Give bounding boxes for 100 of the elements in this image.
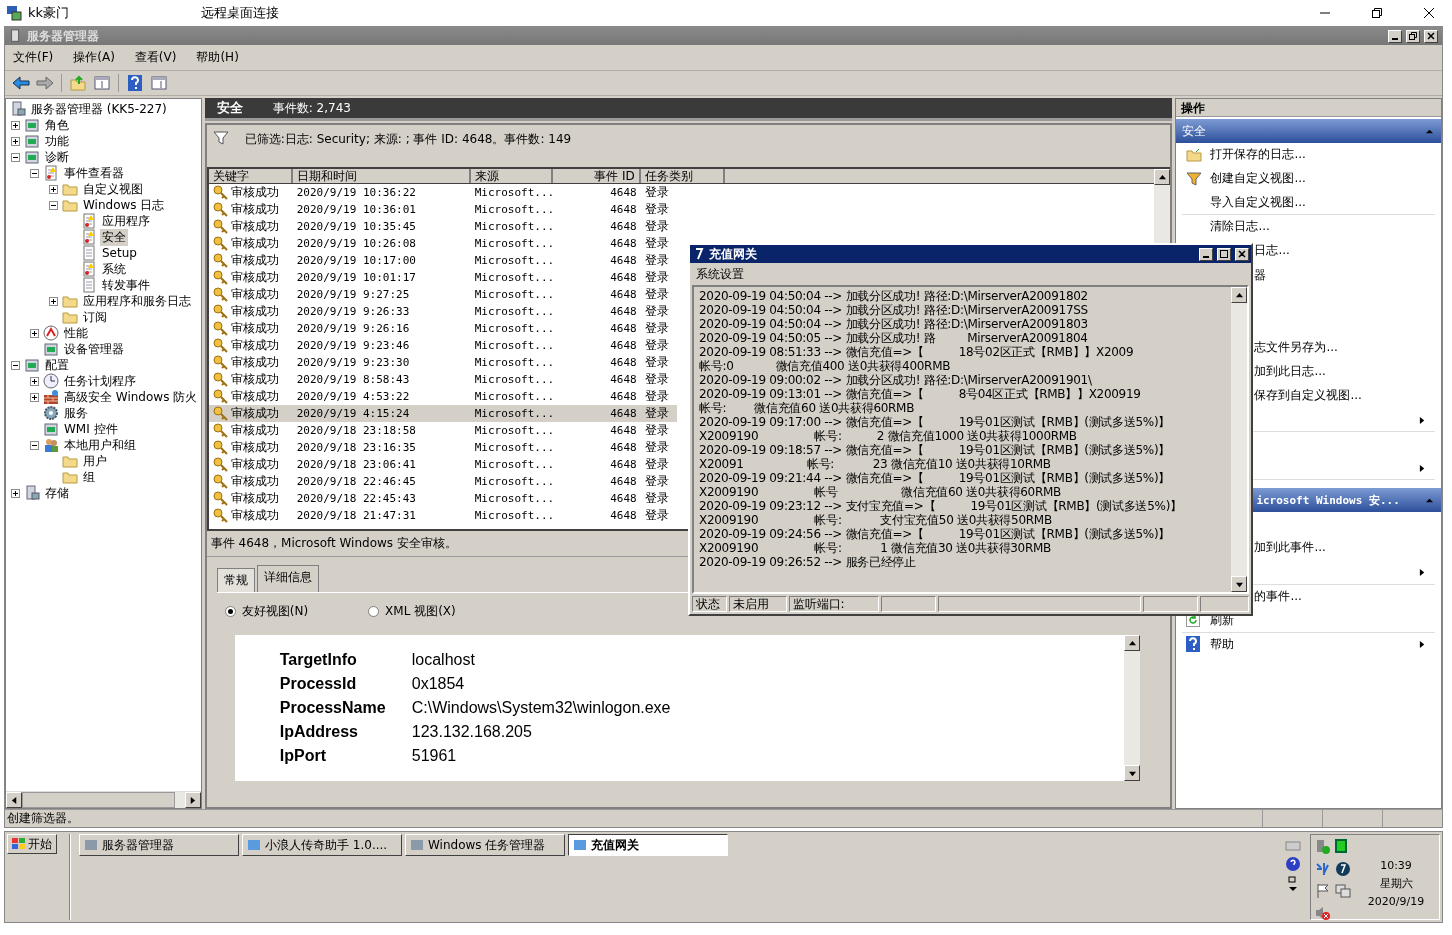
taskbar-button[interactable]: 服务器管理器 bbox=[79, 834, 239, 856]
event-row[interactable]: 审核成功 2020/9/19 4:15:24 Microsoft... 4648 登录 bbox=[208, 405, 677, 422]
collapse-toggle[interactable] bbox=[11, 152, 20, 162]
tree-item[interactable]: 功能 bbox=[43, 132, 71, 150]
tree-item[interactable]: 服务器管理器 (KK5-227) bbox=[29, 100, 169, 118]
expand-toggle[interactable] bbox=[11, 136, 20, 146]
maximize-button[interactable] bbox=[1217, 247, 1231, 261]
monitor-icon[interactable] bbox=[1335, 883, 1351, 899]
tree-item[interactable]: 事件查看器 bbox=[62, 164, 126, 182]
taskbar-button[interactable]: 小浪人传奇助手 1.0.... bbox=[242, 834, 402, 856]
tree-item[interactable]: 用户 bbox=[81, 452, 109, 470]
table-cell: 登录 bbox=[644, 473, 669, 490]
back-button[interactable] bbox=[11, 73, 31, 93]
muted-speaker-icon[interactable] bbox=[1315, 905, 1331, 921]
menu-item[interactable]: 查看(V) bbox=[134, 49, 177, 66]
expand-toggle[interactable] bbox=[30, 392, 39, 402]
table-cell: 4648 bbox=[610, 424, 637, 437]
table-cell: 2020/9/19 9:23:46 bbox=[296, 339, 410, 352]
up-arrow-icon bbox=[1128, 639, 1136, 647]
action-item[interactable]: 打开保存的日志... bbox=[1182, 143, 1435, 168]
radio-button[interactable] bbox=[224, 605, 236, 617]
tree-item[interactable]: 本地用户和组 bbox=[62, 436, 138, 454]
close-button[interactable] bbox=[1424, 29, 1438, 43]
tree-item[interactable]: 角色 bbox=[43, 116, 71, 134]
expand-toggle[interactable] bbox=[11, 488, 20, 498]
tree-item[interactable]: 自定义视图 bbox=[81, 180, 145, 198]
key-icon bbox=[212, 474, 228, 489]
meter-icon[interactable] bbox=[1335, 839, 1347, 853]
table-cell: 2020/9/18 22:45:43 bbox=[296, 492, 416, 505]
table-cell: Microsoft... bbox=[474, 407, 553, 420]
app-icon[interactable] bbox=[1335, 861, 1351, 877]
restore-icon[interactable] bbox=[1288, 876, 1298, 892]
vertical-scrollbar[interactable] bbox=[1231, 287, 1247, 592]
field-value: 51961 bbox=[411, 747, 458, 766]
tree-item[interactable]: 订阅 bbox=[81, 308, 109, 326]
expand-toggle[interactable] bbox=[49, 296, 58, 306]
clock-icon bbox=[43, 373, 59, 389]
taskbar-button[interactable]: Windows 任务管理器 bbox=[405, 834, 565, 856]
action-item[interactable]: 创建自定义视图... bbox=[1182, 167, 1435, 192]
tree-item[interactable]: 系统 bbox=[100, 260, 128, 278]
collapse-toggle[interactable] bbox=[49, 200, 58, 210]
help-icon[interactable] bbox=[1285, 856, 1301, 872]
tab[interactable]: 详细信息 bbox=[256, 565, 319, 592]
minimize-button[interactable] bbox=[1388, 29, 1402, 43]
action-item[interactable]: 导入自定义视图... bbox=[1182, 191, 1435, 216]
expand-toggle[interactable] bbox=[11, 120, 20, 130]
tree-item[interactable]: 应用程序和服务日志 bbox=[81, 292, 193, 310]
menu-item[interactable]: 系统设置 bbox=[696, 265, 744, 283]
brick-wall-icon bbox=[43, 389, 59, 405]
show-hide-action-pane-button[interactable] bbox=[149, 73, 169, 93]
minimize-button[interactable] bbox=[1199, 247, 1213, 261]
tree-item[interactable]: 配置 bbox=[43, 356, 71, 374]
table-cell: 2020/9/18 23:06:41 bbox=[296, 458, 416, 471]
action-item[interactable]: 清除日志... bbox=[1182, 215, 1435, 240]
tree-item[interactable]: 组 bbox=[81, 468, 97, 486]
tree-item[interactable]: 转发事件 bbox=[100, 276, 152, 294]
tree-item[interactable]: 存储 bbox=[43, 484, 71, 502]
folder-icon bbox=[62, 469, 78, 485]
table-cell: 4648 bbox=[610, 186, 637, 199]
start-button[interactable]: 开始 bbox=[7, 834, 57, 854]
menu-item[interactable]: 帮助(H) bbox=[196, 49, 239, 66]
action-item[interactable]: 帮助 bbox=[1182, 632, 1435, 657]
table-cell: 2020/9/18 22:46:45 bbox=[296, 475, 416, 488]
menu-item[interactable]: 操作(A) bbox=[73, 49, 115, 66]
tree-item[interactable]: Setup bbox=[100, 246, 139, 260]
tab[interactable]: 常规 bbox=[216, 568, 255, 592]
tree-item[interactable]: 高级安全 Windows 防火 bbox=[62, 388, 200, 406]
tree-item[interactable]: 任务计划程序 bbox=[62, 372, 138, 390]
restore-button[interactable] bbox=[1406, 29, 1420, 43]
radio-label[interactable]: 友好视图(N) bbox=[241, 602, 309, 620]
help-button[interactable] bbox=[125, 73, 145, 93]
vertical-scrollbar[interactable] bbox=[1124, 635, 1141, 781]
tree-item[interactable]: 服务 bbox=[62, 404, 90, 422]
status-cell bbox=[881, 596, 937, 612]
taskbar-button[interactable]: 充值网关 bbox=[568, 834, 728, 856]
menu-item[interactable]: 文件(F) bbox=[13, 49, 54, 66]
tree-item[interactable]: Windows 日志 bbox=[81, 196, 167, 214]
section-header[interactable]: 安全 bbox=[1176, 119, 1441, 143]
collapse-toggle[interactable] bbox=[30, 168, 39, 178]
close-button[interactable] bbox=[1235, 247, 1249, 261]
show-hide-tree-button[interactable] bbox=[92, 73, 112, 93]
tree-item[interactable]: 应用程序 bbox=[100, 212, 152, 230]
tree-item[interactable]: 设备管理器 bbox=[62, 340, 126, 358]
tree-item[interactable]: 安全 bbox=[100, 228, 128, 246]
horizontal-scrollbar[interactable] bbox=[6, 791, 201, 808]
table-cell: 审核成功 bbox=[230, 439, 279, 456]
tree-item[interactable]: WMI 控件 bbox=[62, 420, 120, 438]
expand-toggle[interactable] bbox=[30, 328, 39, 338]
tree-item[interactable]: 诊断 bbox=[43, 148, 71, 166]
expand-toggle[interactable] bbox=[30, 376, 39, 386]
collapse-toggle[interactable] bbox=[30, 440, 39, 450]
expand-toggle[interactable] bbox=[49, 184, 58, 194]
radio-button[interactable] bbox=[368, 605, 380, 617]
radio-label[interactable]: XML 视图(X) bbox=[385, 602, 456, 620]
collapse-toggle[interactable] bbox=[11, 360, 20, 370]
remote-desktop-icon bbox=[6, 5, 22, 21]
forward-button[interactable] bbox=[35, 73, 55, 93]
log-title: 安全 bbox=[216, 99, 243, 117]
flag-icon[interactable] bbox=[1315, 883, 1331, 899]
tree-item[interactable]: 性能 bbox=[62, 324, 90, 342]
